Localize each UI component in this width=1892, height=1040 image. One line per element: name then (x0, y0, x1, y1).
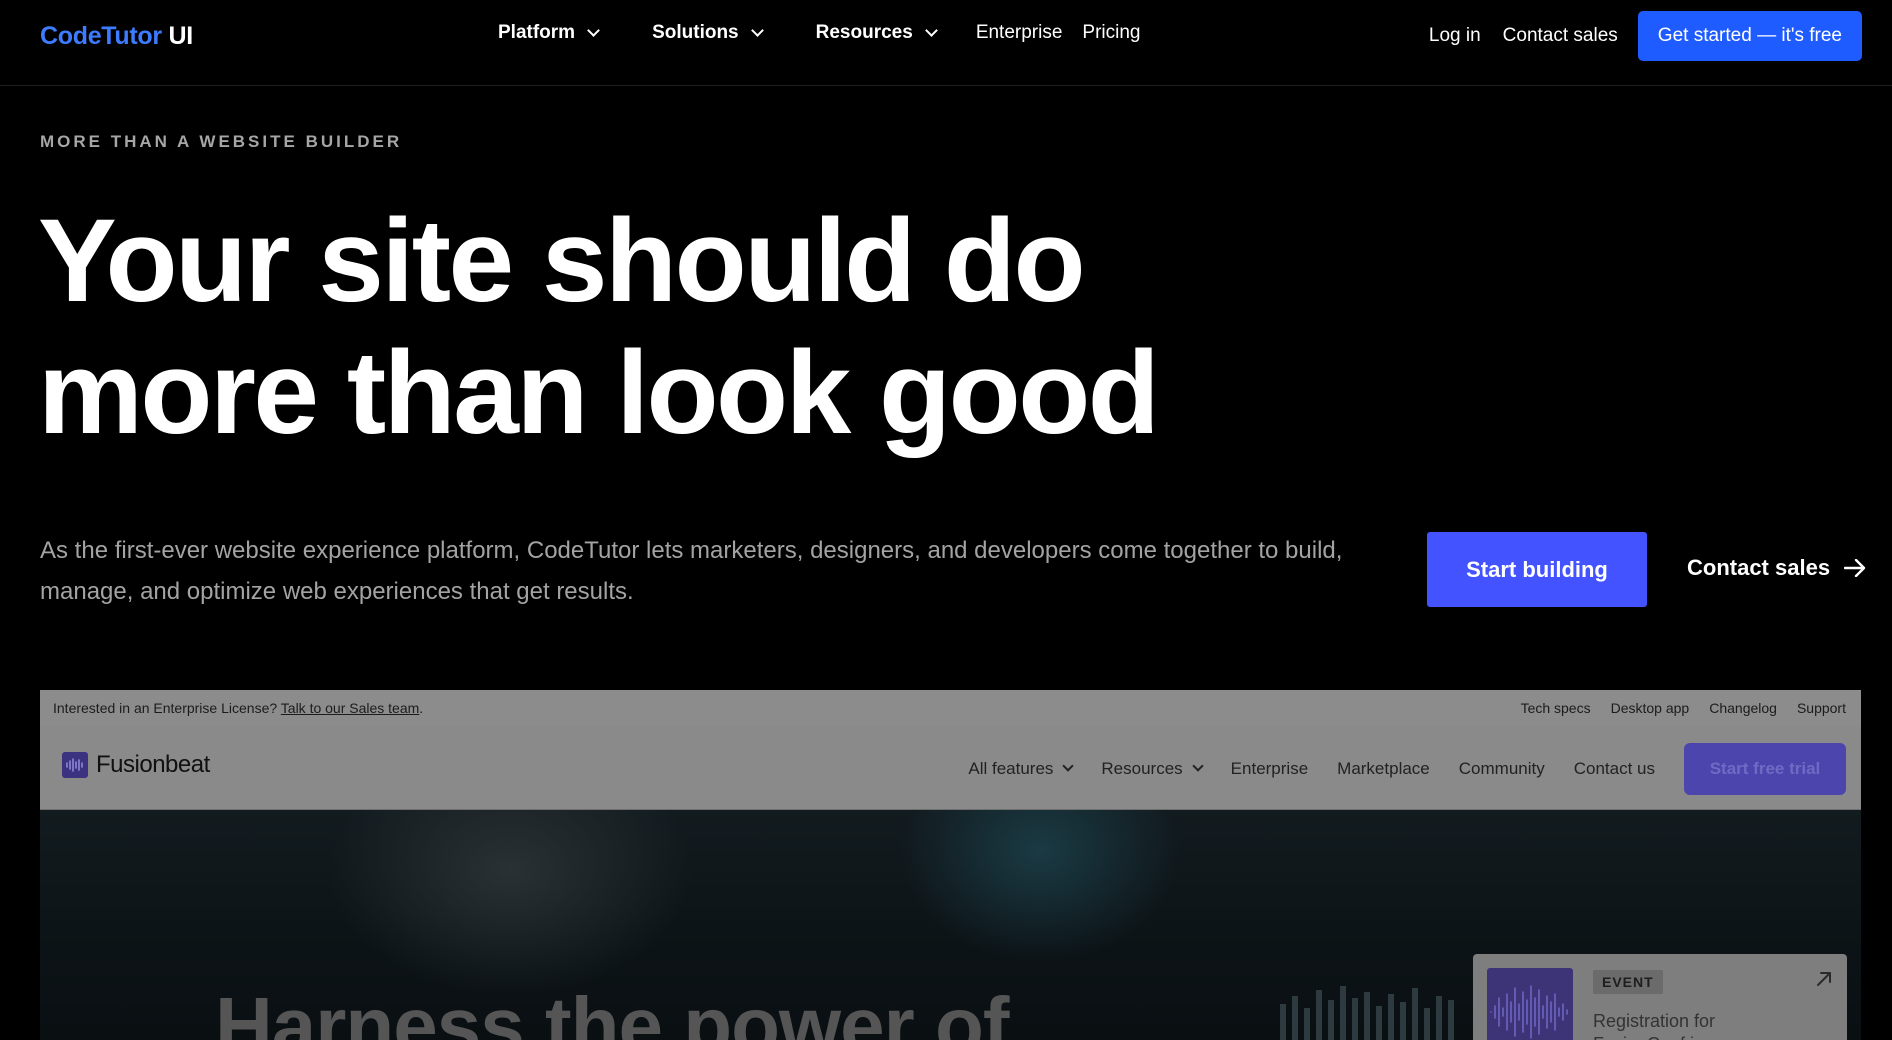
preview-nav-links: All features Resources Enterprise Market… (968, 743, 1846, 795)
event-waveform-thumbnail (1487, 968, 1573, 1040)
hero-description: As the first-ever website experience pla… (40, 537, 1343, 605)
fusionbeat-wordmark: Fusionbeat (96, 751, 210, 778)
start-free-trial-button[interactable]: Start free trial (1684, 743, 1846, 795)
chevron-down-icon (1062, 760, 1075, 772)
nav-actions: Log in Contact sales Get started — it's … (1429, 11, 1862, 61)
start-building-button[interactable]: Start building (1427, 532, 1647, 607)
hero-headline: Your site should do more than look good (38, 195, 1338, 459)
preview-nav-label: Enterprise (1230, 759, 1309, 778)
arrow-up-right-icon (1817, 972, 1831, 986)
headline-line-2: more than look good (38, 327, 1160, 459)
preview-hero-headline: Harness the power of (215, 981, 1010, 1040)
nav-item-label: Pricing (1082, 22, 1141, 43)
sales-team-link[interactable]: Talk to our Sales team (281, 700, 420, 716)
chevron-down-icon (750, 23, 764, 37)
login-link[interactable]: Log in (1429, 25, 1481, 47)
announcement-suffix: . (419, 700, 424, 716)
preview-nav-enterprise[interactable]: Enterprise (1231, 759, 1308, 779)
nav-item-label: Platform (498, 22, 576, 43)
preview-nav-label: Contact us (1573, 759, 1655, 778)
top-navigation: CodeTutor UI Platform Solutions Resource… (0, 0, 1892, 86)
logo-brand: CodeTutor (40, 22, 162, 50)
preview-navigation: Fusionbeat All features Resources Enterp… (40, 726, 1861, 810)
desktop-app-link[interactable]: Desktop app (1611, 700, 1690, 716)
nav-item-label: Solutions (652, 22, 739, 43)
preview-nav-contact[interactable]: Contact us (1574, 759, 1655, 779)
tech-specs-link[interactable]: Tech specs (1521, 700, 1591, 716)
preview-nav-label: Marketplace (1337, 759, 1430, 778)
preview-nav-label: All features (968, 759, 1054, 778)
chevron-down-icon (924, 23, 938, 37)
preview-nav-community[interactable]: Community (1459, 759, 1545, 779)
logo-suffix: UI (168, 22, 193, 50)
get-started-button[interactable]: Get started — it's free (1637, 11, 1862, 61)
contact-sales-link[interactable]: Contact sales (1503, 25, 1618, 47)
waveform-logo-icon (62, 752, 88, 778)
preview-nav-label: Community (1458, 759, 1545, 778)
preview-hero-image: Harness the power of EVENT Registration … (40, 810, 1861, 1040)
nav-item-solutions[interactable]: Solutions (652, 22, 764, 44)
preview-announcement-bar: Interested in an Enterprise License? Tal… (40, 690, 1861, 726)
chevron-down-icon (587, 23, 600, 37)
announcement-message: Interested in an Enterprise License? (53, 700, 278, 716)
nav-item-enterprise[interactable]: Enterprise (976, 22, 1063, 44)
preview-nav-resources[interactable]: Resources (1101, 759, 1204, 779)
event-tag: EVENT (1593, 970, 1663, 994)
preview-nav-all-features[interactable]: All features (968, 759, 1075, 779)
event-card[interactable]: EVENT Registration for FusionConf is ope… (1473, 954, 1847, 1040)
codetutor-logo[interactable]: CodeTutor UI (40, 22, 193, 51)
site-preview: Interested in an Enterprise License? Tal… (40, 690, 1861, 1040)
nav-item-resources[interactable]: Resources (815, 22, 938, 44)
chevron-down-icon (1192, 760, 1204, 772)
nav-item-label: Resources (815, 22, 913, 43)
changelog-link[interactable]: Changelog (1709, 700, 1777, 716)
nav-item-platform[interactable]: Platform (498, 22, 600, 44)
nav-item-pricing[interactable]: Pricing (1082, 22, 1140, 44)
nav-item-label: Enterprise (975, 22, 1063, 43)
contact-sales-label: Contact sales (1687, 555, 1831, 580)
hero-eyebrow: MORE THAN A WEBSITE BUILDER (40, 132, 403, 151)
arrow-right-icon (1844, 559, 1866, 577)
utility-links: Tech specs Desktop app Changelog Support (1501, 700, 1846, 716)
contact-sales-cta[interactable]: Contact sales (1687, 555, 1866, 581)
fusionbeat-logo[interactable]: Fusionbeat (62, 751, 210, 779)
support-link[interactable]: Support (1797, 700, 1846, 716)
announcement-text: Interested in an Enterprise License? Tal… (53, 700, 423, 716)
headline-line-1: Your site should do (38, 195, 1086, 327)
preview-nav-marketplace[interactable]: Marketplace (1337, 759, 1430, 779)
main-menu: Platform Solutions Resources Enterprise … (498, 22, 1141, 44)
event-title: Registration for FusionConf is open (1593, 1011, 1748, 1040)
preview-nav-label: Resources (1101, 759, 1183, 778)
